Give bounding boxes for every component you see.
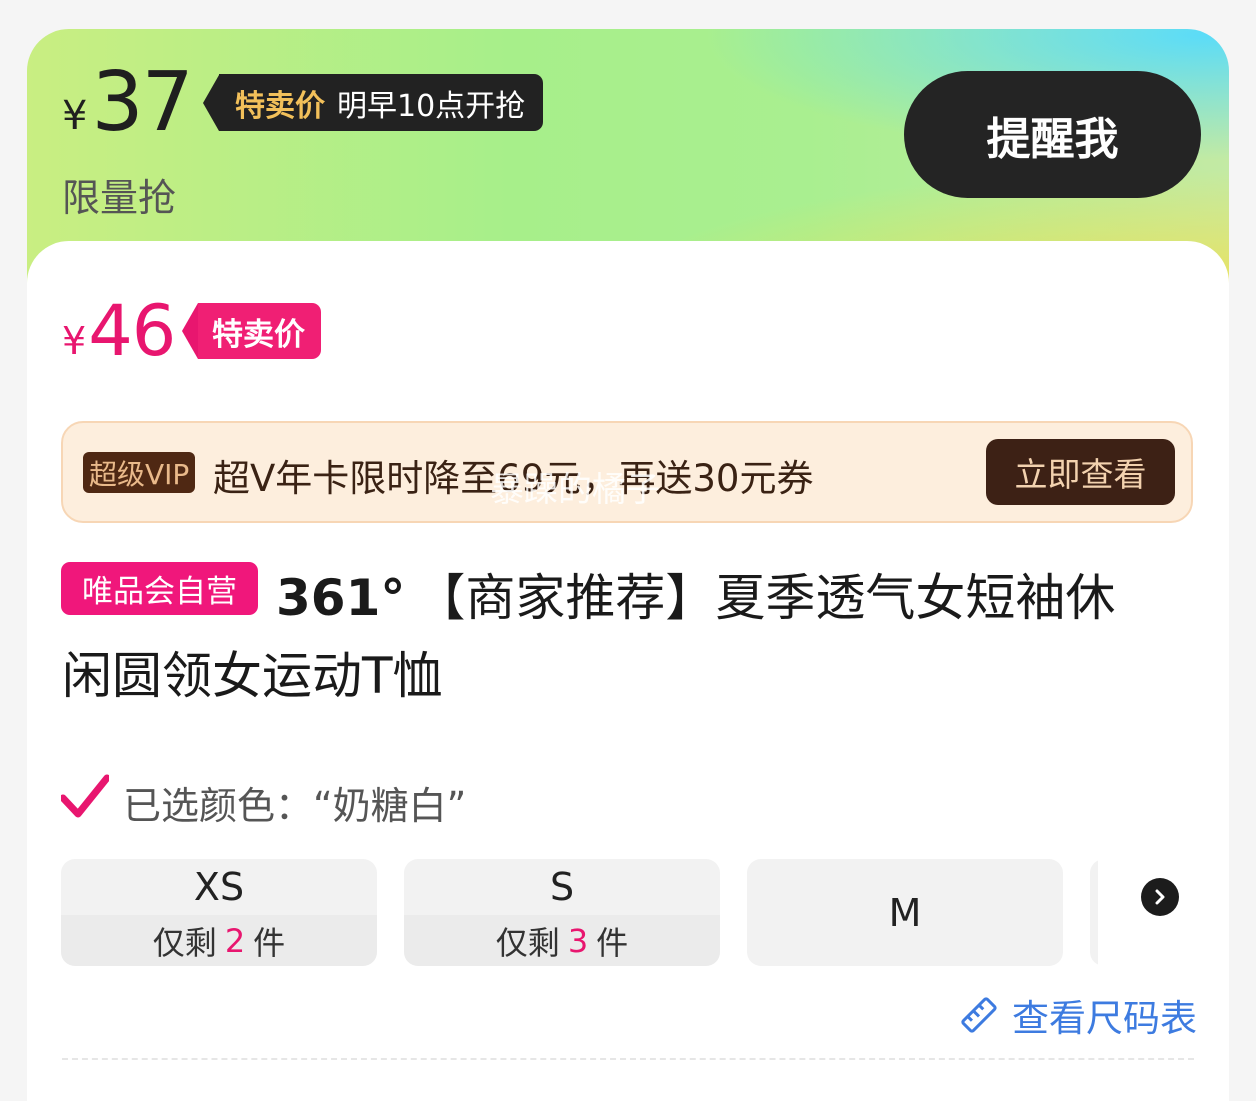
stock-prefix: 仅剩 [152, 923, 217, 962]
selected-color-label: 已选颜色：“奶糖白” [123, 784, 467, 828]
section-divider [62, 1058, 1194, 1060]
product-title: 361° 【商家推荐】夏季透气女短袖休 [276, 558, 1115, 630]
flash-sale-subtitle: 限量抢 [62, 176, 177, 220]
super-vip-badge: 超级VIP [83, 452, 196, 493]
current-price: ¥ 46 [62, 290, 176, 372]
stock-prefix: 仅剩 [495, 923, 560, 962]
size-label: XS [193, 865, 245, 909]
flash-sale-start-time: 明早10点开抢 [337, 88, 526, 124]
current-price-value: 46 [88, 290, 176, 372]
stock-count: 3 [567, 921, 589, 960]
stock-suffix: 件 [596, 923, 629, 962]
stock-info: 仅剩 3 件 [404, 915, 720, 966]
check-icon [61, 774, 109, 818]
product-brand: 361° [276, 569, 406, 627]
special-price-tag: 特卖价 [182, 303, 321, 359]
currency-symbol: ¥ [62, 93, 88, 139]
product-title-text-2: 闲圆领女运动T恤 [62, 647, 443, 705]
watermark: 暴躁的橘子 [490, 470, 660, 510]
size-option-s[interactable]: S 仅剩 3 件 [404, 859, 720, 966]
stock-suffix: 件 [253, 923, 286, 962]
flash-sale-price-value: 37 [91, 55, 193, 150]
size-label: M [888, 890, 922, 935]
flash-sale-price: ¥ 37 [62, 55, 194, 150]
size-option-xs[interactable]: XS 仅剩 2 件 [61, 859, 377, 966]
remind-me-button[interactable]: 提醒我 [904, 71, 1201, 198]
size-label: S [549, 865, 575, 909]
size-option-m[interactable]: M [747, 859, 1063, 966]
flash-sale-tag: 特卖价 明早10点开抢 [203, 74, 544, 131]
flash-sale-tag-label: 特卖价 [235, 88, 325, 124]
size-chart-link[interactable]: 查看尺码表 [960, 988, 1197, 1042]
size-chart-label: 查看尺码表 [1012, 997, 1197, 1040]
special-price-tag-label: 特卖价 [198, 303, 321, 359]
ruler-icon [961, 997, 997, 1033]
currency-symbol: ¥ [62, 319, 87, 363]
self-operated-badge: 唯品会自营 [61, 562, 258, 615]
stock-count: 2 [224, 921, 246, 960]
view-now-button[interactable]: 立即查看 [986, 439, 1175, 505]
product-title-text-1: 【商家推荐】夏季透气女短袖休 [415, 569, 1116, 627]
chevron-right-icon[interactable] [1141, 878, 1179, 916]
stock-info: 仅剩 2 件 [61, 915, 377, 966]
size-scroll-fade [1098, 859, 1195, 966]
